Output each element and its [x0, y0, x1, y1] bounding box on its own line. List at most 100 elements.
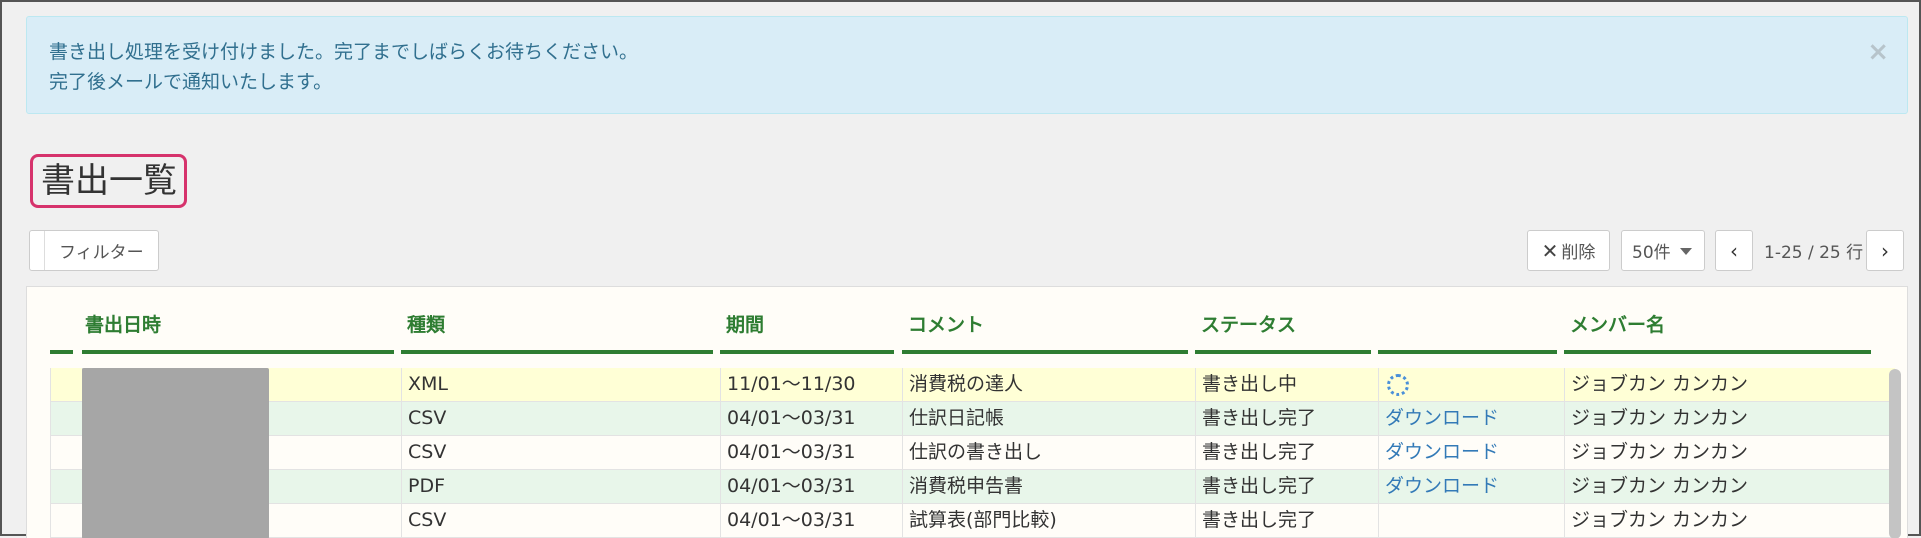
- row-comment-cell: 消費税の達人: [902, 368, 1195, 401]
- table-row[interactable]: CSV 04/01～03/31 仕訳日記帳 書き出し完了 ダウンロード ジョブカン カンカ…: [50, 402, 1895, 436]
- filter-button[interactable]: フィルター: [29, 230, 159, 271]
- row-comment-text: 消費税の達人: [909, 373, 1024, 395]
- table-row[interactable]: CSV 04/01～03/31 試算表(部門比較) 書き出し完了 ジョブカン カンカン: [50, 504, 1895, 538]
- row-status-cell: 書き出し中: [1195, 368, 1378, 401]
- page-title-box: 書出一覧: [30, 154, 187, 208]
- row-status-text: 書き出し完了: [1202, 441, 1317, 463]
- filter-handle: [30, 231, 45, 270]
- row-type-text: XML: [408, 373, 448, 395]
- row-select-cell: [50, 504, 82, 537]
- row-status-cell: 書き出し完了: [1195, 504, 1378, 537]
- row-member-cell: ジョブカン カンカン: [1564, 504, 1895, 537]
- row-status-cell: 書き出し完了: [1195, 402, 1378, 435]
- row-member-text: ジョブカン カンカン: [1571, 475, 1749, 497]
- table-row[interactable]: XML 11/01～11/30 消費税の達人 書き出し中 ジョブカン カンカン: [50, 368, 1895, 402]
- header-type[interactable]: 種類: [401, 310, 713, 354]
- row-comment-text: 仕訳の書き出し: [909, 441, 1043, 463]
- row-status-text: 書き出し完了: [1202, 509, 1317, 531]
- delete-label: 削除: [1561, 243, 1596, 263]
- row-member-cell: ジョブカン カンカン: [1564, 402, 1895, 435]
- header-period[interactable]: 期間: [720, 310, 894, 354]
- row-comment-text: 試算表(部門比較): [909, 509, 1057, 531]
- row-type-text: PDF: [408, 475, 446, 497]
- alert-line-2: 完了後メールで通知いたします。: [49, 71, 333, 93]
- row-select-cell: [50, 436, 82, 469]
- download-link[interactable]: ダウンロード: [1385, 441, 1499, 463]
- row-member-text: ジョブカン カンカン: [1571, 373, 1749, 395]
- row-type-cell: PDF: [401, 470, 720, 503]
- chevron-right-icon: ›: [1881, 238, 1889, 263]
- chevron-left-icon: ‹: [1730, 238, 1738, 263]
- row-type-text: CSV: [408, 407, 447, 429]
- close-icon[interactable]: ×: [1867, 39, 1889, 65]
- header-member[interactable]: メンバー名: [1564, 310, 1871, 354]
- row-period-cell: 11/01～11/30: [720, 368, 902, 401]
- x-icon: ✕: [1541, 238, 1559, 263]
- download-link[interactable]: ダウンロード: [1385, 475, 1499, 497]
- row-comment-text: 消費税申告書: [909, 475, 1024, 497]
- row-action-cell: [1378, 504, 1564, 537]
- loading-spinner-icon: [1387, 373, 1409, 396]
- row-comment-cell: 試算表(部門比較): [902, 504, 1195, 537]
- row-member-cell: ジョブカン カンカン: [1564, 368, 1895, 401]
- row-period-text: 04/01～03/31: [727, 441, 856, 463]
- header-status[interactable]: ステータス: [1195, 310, 1371, 354]
- row-type-cell: CSV: [401, 436, 720, 469]
- page-title: 書出一覧: [41, 161, 177, 201]
- filter-label: フィルター: [59, 243, 144, 263]
- alert-line-1: 書き出し処理を受け付けました。完了までしばらくお待ちください。: [49, 41, 639, 63]
- header-select: [50, 310, 73, 354]
- row-select-cell: [50, 470, 82, 503]
- info-alert: 書き出し処理を受け付けました。完了までしばらくお待ちください。 完了後メールで通…: [26, 16, 1908, 114]
- header-date[interactable]: 書出日時: [82, 310, 394, 354]
- redacted-date-block: [82, 368, 269, 538]
- row-comment-cell: 仕訳の書き出し: [902, 436, 1195, 469]
- row-member-cell: ジョブカン カンカン: [1564, 470, 1895, 503]
- row-period-text: 04/01～03/31: [727, 509, 856, 531]
- next-page-button[interactable]: ›: [1866, 230, 1904, 271]
- row-type-cell: CSV: [401, 504, 720, 537]
- per-page-select[interactable]: 50件: [1621, 230, 1705, 271]
- row-member-text: ジョブカン カンカン: [1571, 509, 1749, 531]
- row-period-text: 04/01～03/31: [727, 407, 856, 429]
- row-type-text: CSV: [408, 509, 447, 531]
- per-page-value: 50件: [1632, 243, 1671, 263]
- row-type-cell: CSV: [401, 402, 720, 435]
- row-period-cell: 04/01～03/31: [720, 470, 902, 503]
- row-period-text: 11/01～11/30: [727, 373, 856, 395]
- row-member-text: ジョブカン カンカン: [1571, 441, 1749, 463]
- row-action-cell: [1378, 368, 1564, 401]
- row-comment-text: 仕訳日記帳: [909, 407, 1005, 429]
- row-action-cell: ダウンロード: [1378, 402, 1564, 435]
- prev-page-button[interactable]: ‹: [1715, 230, 1753, 271]
- row-member-text: ジョブカン カンカン: [1571, 407, 1749, 429]
- header-comment[interactable]: コメント: [902, 310, 1188, 354]
- row-select-cell: [50, 368, 82, 401]
- vertical-scrollbar[interactable]: [1889, 369, 1901, 538]
- row-select-cell: [50, 402, 82, 435]
- row-action-cell: ダウンロード: [1378, 470, 1564, 503]
- row-comment-cell: 仕訳日記帳: [902, 402, 1195, 435]
- row-status-text: 書き出し完了: [1202, 475, 1317, 497]
- row-status-cell: 書き出し完了: [1195, 470, 1378, 503]
- row-status-cell: 書き出し完了: [1195, 436, 1378, 469]
- row-period-cell: 04/01～03/31: [720, 402, 902, 435]
- download-link[interactable]: ダウンロード: [1385, 407, 1499, 429]
- row-period-cell: 04/01～03/31: [720, 436, 902, 469]
- caret-down-icon: [1680, 248, 1692, 255]
- delete-button[interactable]: ✕ 削除: [1527, 230, 1610, 271]
- table-row[interactable]: PDF 04/01～03/31 消費税申告書 書き出し完了 ダウンロード ジョブカン カン…: [50, 470, 1895, 504]
- row-period-text: 04/01～03/31: [727, 475, 856, 497]
- row-action-cell: ダウンロード: [1378, 436, 1564, 469]
- export-table: 書出日時 種類 期間 コメント ステータス メンバー名 XML 11/01～11/…: [26, 286, 1908, 538]
- pager-range: 1-25 / 25 行: [1764, 243, 1864, 263]
- row-status-text: 書き出し完了: [1202, 407, 1317, 429]
- row-type-cell: XML: [401, 368, 720, 401]
- row-status-text: 書き出し中: [1202, 373, 1298, 395]
- table-row[interactable]: CSV 04/01～03/31 仕訳の書き出し 書き出し完了 ダウンロード ジョブカン カ…: [50, 436, 1895, 470]
- row-member-cell: ジョブカン カンカン: [1564, 436, 1895, 469]
- row-type-text: CSV: [408, 441, 447, 463]
- row-period-cell: 04/01～03/31: [720, 504, 902, 537]
- header-action: [1378, 310, 1557, 354]
- row-comment-cell: 消費税申告書: [902, 470, 1195, 503]
